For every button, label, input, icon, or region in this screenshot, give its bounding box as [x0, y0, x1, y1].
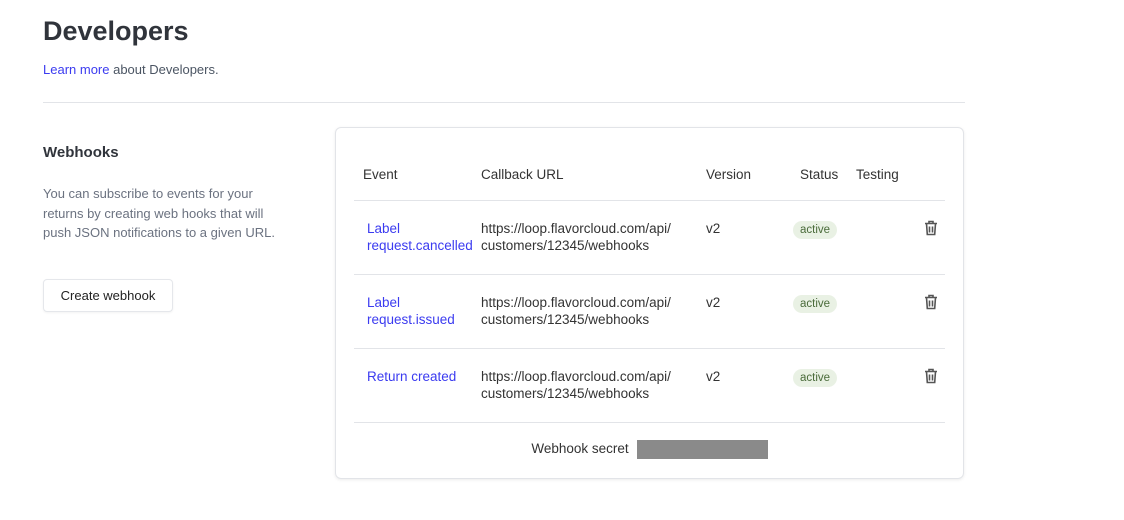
version: v2 [706, 369, 721, 384]
event-link[interactable]: Return created [367, 369, 487, 386]
webhooks-table-card: Event Callback URL Version Status Testin… [335, 127, 964, 479]
table-row: Return created https://loop.flavorcloud.… [354, 349, 945, 423]
version: v2 [706, 221, 721, 236]
trash-icon[interactable] [922, 367, 940, 385]
page-title: Developers [43, 16, 189, 46]
status-badge: active [793, 221, 838, 239]
webhooks-description: You can subscribe to events for your ret… [43, 186, 275, 240]
header-callback-url: Callback URL [481, 167, 564, 182]
header-status: Status [800, 167, 839, 182]
event-link[interactable]: Label request.issued [367, 295, 487, 328]
header-version: Version [706, 167, 752, 182]
webhook-secret: Webhook secret [336, 440, 963, 459]
divider [43, 102, 965, 103]
callback-url: https://loop.flavorcloud.com/api/custome… [481, 369, 671, 401]
status-badge: active [793, 295, 838, 313]
header-event: Event [363, 167, 398, 182]
table-header: Event Callback URL Version Status Testin… [354, 164, 945, 201]
header-testing: Testing [856, 167, 899, 182]
create-webhook-button[interactable]: Create webhook [43, 279, 173, 312]
version: v2 [706, 295, 721, 310]
callback-url: https://loop.flavorcloud.com/api/custome… [481, 221, 671, 253]
page-subtitle: Learn more about Developers. [43, 62, 219, 77]
table-row: Label request.issued https://loop.flavor… [354, 275, 945, 349]
learn-more-link[interactable]: Learn more [43, 62, 109, 77]
table-row: Label request.cancelled https://loop.fla… [354, 201, 945, 275]
subtitle-text: about Developers. [109, 62, 219, 77]
trash-icon[interactable] [922, 293, 940, 311]
webhooks-heading: Webhooks [43, 144, 119, 161]
webhook-secret-value-redacted [636, 440, 768, 459]
status-badge: active [793, 369, 838, 387]
webhook-secret-label: Webhook secret [531, 441, 629, 457]
callback-url: https://loop.flavorcloud.com/api/custome… [481, 295, 671, 327]
event-link[interactable]: Label request.cancelled [367, 221, 487, 254]
trash-icon[interactable] [922, 219, 940, 237]
